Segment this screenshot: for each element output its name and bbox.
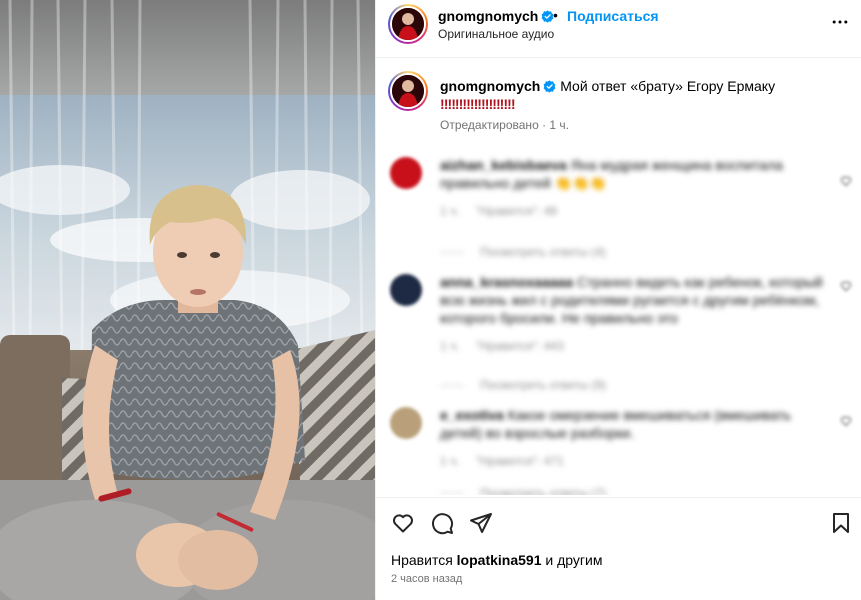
- comment-username[interactable]: aizhan_kebisbaeva: [440, 157, 567, 173]
- caption-meta: Отредактировано · 1 ч.: [440, 118, 569, 132]
- author-username-text[interactable]: gnomgnomych: [438, 8, 538, 24]
- view-replies-button[interactable]: Посмотреть ответы (7): [440, 486, 606, 495]
- send-icon[interactable]: [469, 511, 493, 535]
- view-replies-button[interactable]: Посмотреть ответы (4): [440, 245, 606, 259]
- likes-summary[interactable]: Нравится lopatkina591 и другим: [391, 552, 602, 568]
- likes-user[interactable]: lopatkina591: [457, 552, 542, 568]
- comment-meta: 1 ч. "Нравится": 471: [440, 454, 825, 468]
- comment-icon[interactable]: [430, 511, 454, 535]
- comment-avatar[interactable]: [390, 157, 422, 189]
- post-timestamp[interactable]: 2 часов назад: [391, 573, 462, 585]
- video-frame-image: [0, 0, 375, 600]
- post-caption: gnomgnomych Мой ответ «брату» Егору Ерма…: [376, 58, 861, 143]
- comment-heart-icon[interactable]: [840, 175, 852, 187]
- post-header: gnomgnomych • Подписаться Оригинальное а…: [376, 0, 861, 58]
- video-player[interactable]: [0, 0, 375, 600]
- comment-text-block: anna_krasnoxaaaaa Странно видеть как реб…: [440, 273, 825, 327]
- view-replies-label[interactable]: Посмотреть ответы (9): [480, 378, 606, 392]
- comment-likes[interactable]: "Нравится": 471: [476, 454, 564, 468]
- original-audio-link[interactable]: Оригинальное аудио: [438, 27, 554, 41]
- bookmark-icon[interactable]: [829, 511, 853, 535]
- separator-dot: •: [553, 7, 558, 23]
- comment-heart-icon[interactable]: [840, 415, 852, 427]
- comment-heart-icon[interactable]: [840, 280, 852, 292]
- comment-likes[interactable]: "Нравится": 443: [476, 339, 564, 353]
- follow-button[interactable]: Подписаться: [567, 8, 659, 24]
- comment-text-block: e_exotiva Какое омерзение вмешиваться (в…: [440, 406, 825, 442]
- comments-list[interactable]: aizhan_kebisbaeva Яна мудрая женщина вос…: [376, 143, 861, 495]
- view-replies-label[interactable]: Посмотреть ответы (4): [480, 245, 606, 259]
- comment-body: e_exotiva Какое омерзение вмешиваться (в…: [440, 406, 825, 468]
- view-replies-label[interactable]: Посмотреть ответы (7): [480, 486, 606, 495]
- comment-avatar[interactable]: [390, 274, 422, 306]
- author-avatar[interactable]: [388, 4, 428, 44]
- comment-time: 1 ч.: [440, 454, 460, 468]
- post-details-panel: gnomgnomych • Подписаться Оригинальное а…: [375, 0, 861, 600]
- post-actions-bar: Нравится lopatkina591 и другим 2 часов н…: [376, 497, 861, 600]
- comment-avatar[interactable]: [390, 407, 422, 439]
- likes-prefix: Нравится: [391, 552, 453, 568]
- caption-username[interactable]: gnomgnomych: [440, 78, 540, 94]
- comment-time: 1 ч.: [440, 204, 460, 218]
- comment-meta: 1 ч. "Нравится": 48: [440, 204, 825, 218]
- comment-meta: 1 ч. "Нравится": 443: [440, 339, 825, 353]
- more-options-icon[interactable]: [830, 12, 850, 32]
- caption-avatar-image: [392, 75, 424, 107]
- caption-exclamations: ‼‼‼‼‼‼‼‼‼‼: [440, 96, 516, 112]
- view-replies-button[interactable]: Посмотреть ответы (9): [440, 378, 606, 392]
- comment-time: 1 ч.: [440, 339, 460, 353]
- caption-text: Мой ответ «брату» Егору Ермаку: [560, 78, 776, 94]
- comment-body: aizhan_kebisbaeva Яна мудрая женщина вос…: [440, 156, 825, 218]
- comment-username[interactable]: anna_krasnoxaaaaa: [440, 274, 573, 290]
- caption-author-avatar[interactable]: [388, 71, 428, 111]
- likes-suffix[interactable]: и другим: [545, 552, 602, 568]
- verified-badge-icon: [543, 80, 556, 93]
- comment-likes[interactable]: "Нравится": 48: [476, 204, 558, 218]
- author-username[interactable]: gnomgnomych: [438, 8, 554, 24]
- author-avatar-image: [392, 8, 424, 40]
- heart-icon[interactable]: [391, 511, 415, 535]
- comment-body: anna_krasnoxaaaaa Странно видеть как реб…: [440, 273, 825, 353]
- caption-text-block: gnomgnomych Мой ответ «брату» Егору Ерма…: [440, 77, 850, 113]
- comment-username[interactable]: e_exotiva: [440, 407, 504, 423]
- comment-text-block: aizhan_kebisbaeva Яна мудрая женщина вос…: [440, 156, 825, 192]
